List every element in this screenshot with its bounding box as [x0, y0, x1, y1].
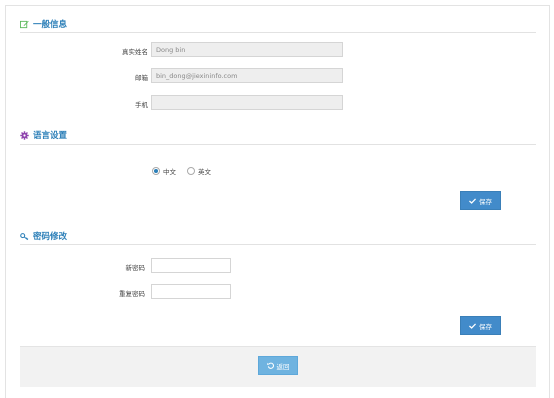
new-password-input[interactable]	[151, 258, 231, 273]
gear-icon	[20, 130, 29, 140]
back-button[interactable]: 返回	[258, 356, 298, 375]
password-title: 密码修改	[33, 232, 68, 242]
general-section-title: 一般信息	[20, 17, 67, 31]
realname-field[interactable]: Dong bin	[151, 42, 343, 57]
general-divider	[20, 32, 536, 33]
check-icon	[469, 322, 476, 329]
edit-icon	[20, 20, 29, 28]
password-section-title: 密码修改	[20, 229, 67, 243]
realname-label: 真实姓名	[122, 48, 148, 56]
radio-selected-indicator[interactable]	[152, 167, 160, 175]
password-save-label: 保存	[479, 322, 492, 331]
radio-english-label: 英文	[198, 168, 211, 176]
radio-indicator[interactable]	[187, 167, 195, 175]
general-title: 一般信息	[33, 20, 68, 30]
language-save-label: 保存	[479, 197, 492, 206]
radio-chinese-label: 中文	[163, 168, 176, 176]
new-password-label: 新密码	[125, 264, 146, 272]
language-divider	[20, 144, 536, 145]
back-label: 返回	[276, 362, 290, 371]
check-icon	[469, 197, 476, 204]
key-icon	[20, 232, 29, 240]
password-save-button[interactable]: 保存	[460, 316, 501, 335]
mobile-field[interactable]	[151, 95, 343, 110]
email-label: 邮箱	[135, 74, 148, 82]
mobile-label: 手机	[135, 101, 148, 109]
email-field[interactable]: bin_dong@jiexininfo.com	[151, 68, 343, 83]
radio-chinese[interactable]: 中文	[152, 166, 176, 176]
language-section-title: 语言设置	[20, 128, 67, 142]
repeat-password-label: 重复密码	[119, 290, 145, 298]
language-title: 语言设置	[33, 131, 68, 141]
undo-icon	[266, 362, 274, 369]
repeat-password-input[interactable]	[151, 284, 231, 299]
language-save-button[interactable]: 保存	[460, 191, 501, 210]
password-divider	[20, 244, 536, 245]
radio-english[interactable]: 英文	[187, 166, 211, 176]
